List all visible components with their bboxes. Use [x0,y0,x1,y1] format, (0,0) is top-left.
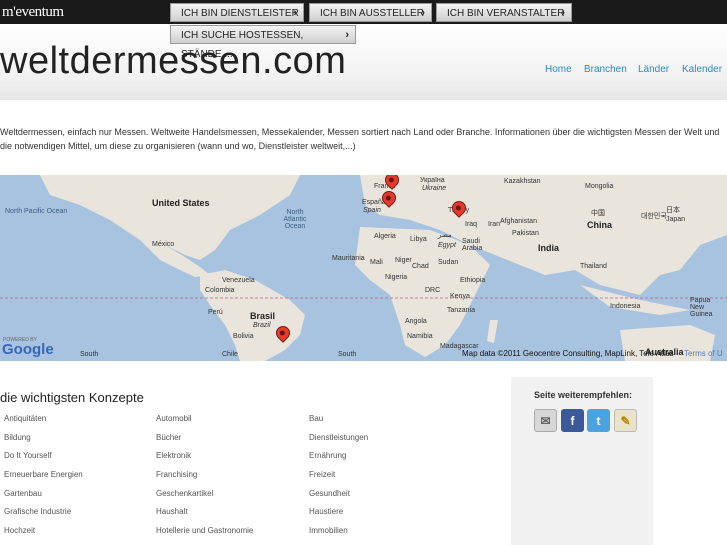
map-label-south-1: South [80,351,99,358]
aussteller-button-label: ICH BIN AUSSTELLER [320,8,424,19]
section-title-konzepte: die wichtigsten Konzepte [0,390,144,405]
konzept-link[interactable]: Geschenkartikel [156,489,213,498]
map-label-india: India [538,243,560,253]
map-label-drc: DRC [425,287,441,294]
map-label-mali: Mali [370,259,383,266]
map-label-png: Papua New Guinea [690,297,713,318]
map-label-north-pacific: North Pacific Ocean [5,208,68,215]
nav-home[interactable]: Home [545,64,572,75]
konzept-link[interactable]: Bau [309,414,323,423]
konzept-link[interactable]: Haustiere [309,507,343,516]
share-box [511,377,653,545]
map-label-algeria: Algeria [374,233,396,240]
map-label-venezuela: Venezuela [222,277,255,284]
aussteller-button[interactable]: ICH BIN AUSSTELLER › [309,3,432,22]
map-label-north-atlantic: North Atlantic Ocean [283,209,307,230]
konzept-link[interactable]: Ernährung [309,451,346,460]
map-label-kenya: Kenya [450,293,470,300]
intro-text: Weltdermessen, einfach nur Messen. Weltw… [0,127,720,151]
map-label-peru: Perú [208,309,223,316]
map-label-ukraine-cyr: Україна [420,177,445,184]
konzept-link[interactable]: Freizeit [309,470,335,479]
konzept-link[interactable]: Automobil [156,414,192,423]
map-label-indonesia: Indonesia [610,303,641,310]
edit-icon[interactable]: ✎ [614,409,637,432]
map-label-egypt: Egypt [438,242,456,249]
map-label-libya: Libya [410,236,427,243]
konzept-link[interactable]: Hotellerie und Gastronomie [156,526,253,535]
dienstleister-button-label: ICH BIN DIENSTLEISTER [181,8,299,19]
konzept-link[interactable]: Gartenbau [4,489,42,498]
map-label-korea: 대한민국 [641,213,667,220]
map-label-colombia: Colombia [205,287,235,294]
map-label-chad: Chad [412,263,429,270]
konzept-link[interactable]: Immobilien [309,526,348,535]
konzept-link[interactable]: Gesundheit [309,489,350,498]
map-label-china: China [587,220,613,230]
map-label-kazakhstan: Kazakhstan [504,178,541,185]
map-label-japan-jp: 日本 [666,207,680,214]
email-icon[interactable]: ✉ [534,409,557,432]
konzept-link[interactable]: Grafische Industrie [4,507,71,516]
chevron-right-icon: › [561,7,565,19]
meventum-logo[interactable]: m'eventum [2,4,64,21]
map-label-mongolia: Mongolia [585,183,614,190]
map-label-iraq: Iraq [465,221,478,228]
konzept-link[interactable]: Do It Yourself [4,451,52,460]
konzept-link[interactable]: Haushalt [156,507,188,516]
map-label-pakistan: Pakistan [512,230,539,237]
map-label-mexico: México [152,241,175,248]
veranstalter-button[interactable]: ICH BIN VERANSTALTER › [436,3,572,22]
konzept-link[interactable]: Erneuerbare Energien [4,470,83,479]
map-label-saudi-arabia: Saudi Arabia [462,238,483,252]
konzept-link[interactable]: Bildung [4,433,31,442]
map-label-ethiopia: Ethiopia [460,277,486,284]
map-label-spain-en: Spain [363,207,381,214]
share-title: Seite weiterempfehlen: [534,390,633,400]
konzept-link[interactable]: Hochzeit [4,526,35,535]
map-label-angola: Angola [405,318,427,325]
twitter-icon[interactable]: t [587,409,610,432]
terms-of-use-link[interactable]: Terms of U [684,349,723,358]
map-label-mauritania: Mauritania [332,255,365,262]
map-label-brazil: Brazil [253,322,271,329]
map-label-namibia: Namibia [407,333,433,340]
map-label-niger: Niger [395,257,412,264]
map-label-china-cn: 中国 [591,210,605,217]
nav-branchen[interactable]: Branchen [584,64,627,75]
map-label-nigeria: Nigeria [385,274,408,281]
konzept-link[interactable]: Antiquitäten [4,414,46,423]
map-label-brasil: Brasil [250,311,276,321]
veranstalter-button-label: ICH BIN VERANSTALTER [447,8,565,19]
map-label-bolivia: Bolivia [233,333,254,340]
konzept-link[interactable]: Franchising [156,470,197,479]
map-label-japan: Japan [666,216,686,223]
nav-laender[interactable]: Länder [638,64,669,75]
konzept-link[interactable]: Elektronik [156,451,191,460]
map-label-sudan: Sudan [438,259,459,266]
map-label-afghanistan: Afghanistan [500,218,537,225]
world-map[interactable]: United States North Pacific Ocean North … [0,175,727,361]
map-label-south-2: South [338,351,357,358]
dienstleister-button[interactable]: ICH BIN DIENSTLEISTER › [170,3,304,22]
map-label-thailand: Thailand [580,263,607,270]
site-title[interactable]: weltdermessen.com [0,40,346,83]
map-label-iran: Iran [488,221,501,228]
konzept-link[interactable]: Dienstleistungen [309,433,368,442]
konzept-link[interactable]: Bücher [156,433,181,442]
map-label-tanzania: Tanzania [447,307,476,314]
map-label-united-states: United States [152,198,210,208]
nav-kalender[interactable]: Kalender [682,64,722,75]
map-label-ukraine: Ukraine [422,185,447,192]
chevron-right-icon: › [421,7,425,19]
google-logo[interactable]: Google [2,341,54,358]
chevron-right-icon: › [293,7,297,19]
facebook-icon[interactable]: f [561,409,584,432]
map-attribution: Map data ©2011 Geocentre Consulting, Map… [462,349,674,358]
map-label-chile: Chile [222,351,238,358]
map-label-egypt-ar: مصر [438,232,452,239]
